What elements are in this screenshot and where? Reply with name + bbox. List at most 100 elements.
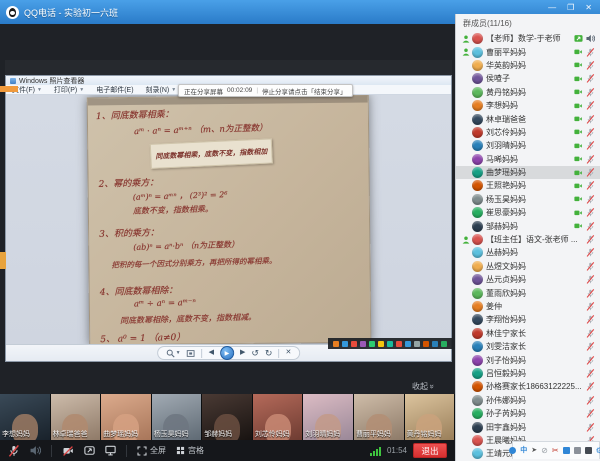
microphone-muted-button[interactable]	[8, 445, 20, 457]
chevron-down-icon: »	[428, 384, 437, 388]
member-row[interactable]: 刘芯伶妈妈	[456, 126, 600, 139]
member-row[interactable]: 刘子怡妈妈	[456, 353, 600, 366]
video-thumbnail[interactable]: 黄丹铭妈妈	[405, 394, 456, 440]
member-status-icons	[586, 396, 595, 405]
member-name: 丛元贞妈妈	[486, 274, 583, 285]
do-not-disturb-icon[interactable]: ⊘	[541, 447, 548, 455]
member-row[interactable]: 孙伟娜妈妈	[456, 394, 600, 407]
viewer-menu-item-2[interactable]: 电子邮件(E)	[96, 85, 133, 95]
share-screen-button[interactable]	[84, 445, 95, 456]
camera-on-icon	[573, 88, 583, 96]
collapse-thumbnails-button[interactable]: 收起 »	[412, 381, 434, 392]
member-row[interactable]: 刘羽晴妈妈	[456, 139, 600, 152]
member-name: 杨玉昊妈妈	[486, 194, 570, 205]
settings-icon[interactable]: ⚙	[596, 447, 600, 455]
member-row[interactable]: 孙格赛家长18663122225...	[456, 380, 600, 393]
share-stop-hint[interactable]: 停止分享请点击「结束分享」	[262, 86, 347, 96]
member-row[interactable]: 黄丹铭妈妈	[456, 86, 600, 99]
member-row[interactable]: 李翔怡妈妈	[456, 313, 600, 326]
video-thumbnail[interactable]: 杨玉昊妈妈	[152, 394, 203, 440]
member-row[interactable]: 林佳宁家长	[456, 327, 600, 340]
member-row[interactable]: 邹赫妈妈	[456, 219, 600, 232]
tray-icon[interactable]	[378, 341, 384, 347]
mic-muted-icon	[586, 61, 595, 70]
qq-show-icon[interactable]	[585, 447, 592, 454]
photo-viewer-controls: ▼ ◀ ▶ ▶ ↺ ↻ ✕	[157, 346, 301, 360]
member-row[interactable]: 华英韵妈妈	[456, 59, 600, 72]
member-row[interactable]: 崔思豪妈妈	[456, 206, 600, 219]
slideshow-play-button[interactable]: ▶	[220, 346, 234, 360]
video-thumbnail[interactable]: 曹丽平妈妈	[354, 394, 405, 440]
tray-icon[interactable]	[405, 341, 411, 347]
member-row[interactable]: 丛赫妈妈	[456, 246, 600, 259]
video-thumbnail[interactable]: 林卓瑞爸爸	[51, 394, 102, 440]
next-image-button[interactable]: ▶	[240, 348, 245, 358]
tray-icon[interactable]	[396, 341, 402, 347]
tray-icon[interactable]	[333, 341, 339, 347]
speaker-button[interactable]	[30, 445, 41, 456]
video-thumbnail[interactable]: 邹赫妈妈	[202, 394, 253, 440]
member-name: 孙格赛家长18663122225...	[486, 381, 583, 392]
screen-share-banner: 正在分享屏幕 00:02:09 | 停止分享请点击「结束分享」	[178, 84, 353, 97]
grid-view-button[interactable]: 宫格	[176, 445, 204, 456]
tray-icon[interactable]	[369, 341, 375, 347]
fit-to-window-button[interactable]	[187, 349, 196, 358]
member-row[interactable]: 【老师】数学-于老师	[456, 32, 600, 45]
avatar	[472, 180, 483, 191]
viewer-menu-item-3[interactable]: 刻录(N)▼	[146, 85, 177, 95]
member-row[interactable]: 吕恒毅妈妈	[456, 367, 600, 380]
pointer-icon[interactable]: ➤	[531, 447, 537, 455]
viewer-menu-item-1[interactable]: 打印(P)▼	[54, 85, 84, 95]
member-row[interactable]: 杨玉昊妈妈	[456, 193, 600, 206]
exit-call-button[interactable]: 退出	[413, 443, 447, 458]
member-row[interactable]: 孙子芮妈妈	[456, 407, 600, 420]
camera-off-button[interactable]	[62, 446, 74, 456]
member-row[interactable]: 王照艳妈妈	[456, 179, 600, 192]
tray-icon[interactable]	[360, 341, 366, 347]
divider	[202, 349, 203, 358]
video-thumbnail[interactable]: 李想妈妈	[0, 394, 51, 440]
member-row[interactable]: 曲梦瑶妈妈	[456, 166, 600, 179]
video-thumbnail[interactable]: 刘芯伶妈妈	[253, 394, 304, 440]
tray-icon[interactable]	[387, 341, 393, 347]
member-row[interactable]: 丛煜文妈妈	[456, 260, 600, 273]
member-row[interactable]: 董雨欣妈妈	[456, 286, 600, 299]
contacts-icon[interactable]	[509, 447, 516, 454]
video-thumbnail[interactable]: 刘羽晴妈妈	[303, 394, 354, 440]
member-status-icons	[586, 248, 595, 257]
handwritten-line: aᵐ · aⁿ = aᵐ⁺ⁿ （m、n为正整数）	[133, 121, 267, 137]
member-row[interactable]: 姜仲	[456, 300, 600, 313]
member-row[interactable]: 曹丽平妈妈	[456, 45, 600, 58]
video-thumbnail[interactable]: 曲梦瑶妈妈	[101, 394, 152, 440]
message-box-icon[interactable]	[563, 447, 570, 454]
delete-image-button[interactable]: ✕	[285, 348, 291, 358]
member-row[interactable]: 林卓瑞爸爸	[456, 112, 600, 125]
member-row[interactable]: 侯喳子	[456, 72, 600, 85]
input-method-icon[interactable]: 中	[520, 447, 527, 455]
tray-icon[interactable]	[342, 341, 348, 347]
member-row[interactable]: 刘雯洁家长	[456, 340, 600, 353]
tray-icon[interactable]	[414, 341, 420, 347]
member-row[interactable]: 田宇鑫妈妈	[456, 420, 600, 433]
tray-icon[interactable]	[432, 341, 438, 347]
presence-icon	[462, 35, 472, 43]
member-row[interactable]: 李想妈妈	[456, 99, 600, 112]
member-name: 黄丹铭妈妈	[486, 87, 570, 98]
display-button[interactable]	[105, 445, 116, 456]
friend-manager-icon[interactable]	[574, 447, 581, 454]
screenshot-icon[interactable]: ✂	[552, 447, 559, 455]
zoom-tool-button[interactable]: ▼	[166, 348, 181, 358]
restore-button[interactable]: ❐	[567, 2, 574, 14]
rotate-right-button[interactable]: ↻	[265, 348, 273, 358]
previous-image-button[interactable]: ◀	[209, 348, 214, 358]
tray-icon[interactable]	[351, 341, 357, 347]
tray-icon[interactable]	[441, 341, 447, 347]
member-row[interactable]: 【班主任】语文-张老师 ...	[456, 233, 600, 246]
member-row[interactable]: 马晞妈妈	[456, 153, 600, 166]
tray-icon[interactable]	[423, 341, 429, 347]
close-button[interactable]: ✕	[585, 2, 592, 14]
minimize-button[interactable]: —	[548, 2, 556, 14]
fullscreen-button[interactable]: 全屏	[137, 445, 166, 456]
rotate-left-button[interactable]: ↺	[251, 348, 259, 358]
member-row[interactable]: 丛元贞妈妈	[456, 273, 600, 286]
